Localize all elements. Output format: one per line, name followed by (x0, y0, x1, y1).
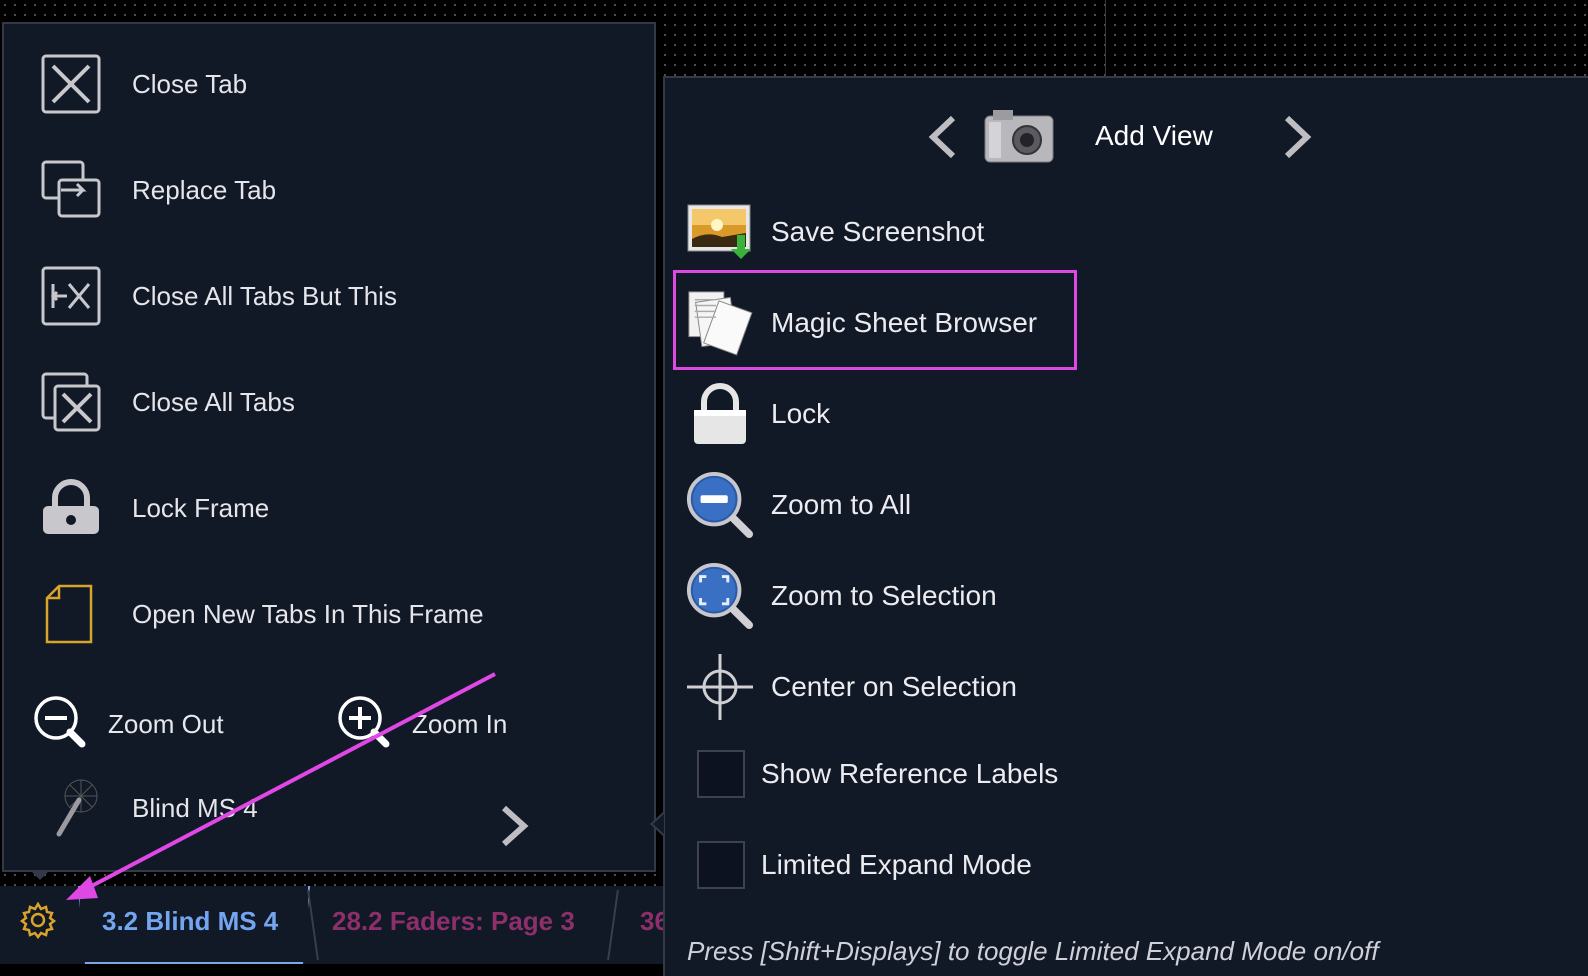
zoom-out-icon (32, 694, 88, 755)
open-new-tabs-item[interactable]: Open New Tabs In This Frame (4, 574, 484, 654)
close-others-item[interactable]: Close All Tabs But This (4, 256, 397, 336)
lock-label: Lock (771, 398, 831, 429)
lock-item[interactable]: Lock (685, 374, 830, 454)
add-view-header: Add View (925, 108, 1345, 168)
save-screenshot-label: Save Screenshot (771, 216, 985, 247)
tab-blind-ms4[interactable]: 3.2 Blind MS 4 (78, 886, 310, 964)
camera-icon (983, 108, 1055, 169)
chevron-right-icon[interactable] (496, 804, 532, 853)
close-tab-icon (36, 49, 106, 119)
zoom-to-all-item[interactable]: Zoom to All (685, 465, 911, 545)
chevron-right-icon[interactable] (1279, 114, 1315, 165)
replace-tab-icon (36, 155, 106, 225)
center-on-selection-label: Center on Selection (771, 671, 1017, 702)
lock-frame-label: Lock Frame (132, 492, 270, 523)
add-view-submenu: Add View Save Screenshot Magic Sheet Bro… (663, 76, 1588, 976)
zoom-to-selection-icon (685, 561, 755, 631)
save-screenshot-item[interactable]: Save Screenshot (685, 192, 984, 272)
zoom-out-button[interactable]: Zoom Out (32, 694, 224, 754)
lock-frame-item[interactable]: Lock Frame (4, 468, 269, 548)
zoom-to-all-label: Zoom to All (771, 489, 912, 520)
show-reference-labels-checkbox[interactable] (697, 750, 745, 798)
limited-expand-mode-label: Limited Expand Mode (761, 849, 1032, 880)
close-tab-label: Close Tab (132, 68, 248, 99)
magic-sheet-browser-item[interactable]: Magic Sheet Browser (685, 283, 1037, 363)
tab-faders-page3[interactable]: 28.2 Faders: Page 3 (332, 906, 575, 937)
zoom-out-label: Zoom Out (108, 708, 224, 739)
chevron-left-icon[interactable] (925, 114, 961, 165)
zoom-to-all-icon (685, 470, 755, 540)
lock-frame-icon (36, 473, 106, 543)
blind-ms4-label: Blind MS 4 (132, 792, 258, 823)
shortcut-hint: Press [Shift+Displays] to toggle Limited… (687, 936, 1379, 966)
show-reference-labels-label: Show Reference Labels (761, 758, 1059, 789)
frame-context-menu: Close Tab Replace Tab Close All Tabs But… (2, 22, 656, 872)
magic-sheet-browser-label: Magic Sheet Browser (771, 307, 1038, 338)
gear-icon[interactable] (18, 900, 58, 945)
zoom-to-selection-label: Zoom to Selection (771, 580, 997, 611)
lock-icon (685, 379, 755, 449)
zoom-row: Zoom Out Zoom In (4, 694, 654, 754)
close-tab-item[interactable]: Close Tab (4, 44, 247, 124)
zoom-to-selection-item[interactable]: Zoom to Selection (685, 556, 997, 636)
zoom-in-button[interactable]: Zoom In (336, 694, 507, 754)
save-screenshot-icon (685, 197, 755, 267)
crosshair-icon (685, 652, 755, 722)
close-others-icon (36, 261, 106, 331)
magic-wand-icon (36, 773, 106, 843)
blind-ms4-submenu[interactable]: Blind MS 4 (4, 768, 258, 848)
close-all-tabs-label: Close All Tabs (132, 386, 295, 417)
frame-divider (1105, 0, 1106, 80)
replace-tab-item[interactable]: Replace Tab (4, 150, 276, 230)
close-all-tabs-icon (36, 367, 106, 437)
new-document-icon (36, 579, 106, 649)
tab-blind-ms4-label: 3.2 Blind MS 4 (102, 906, 279, 936)
close-all-tabs-item[interactable]: Close All Tabs (4, 362, 295, 442)
zoom-in-label: Zoom In (412, 708, 508, 739)
center-on-selection-item[interactable]: Center on Selection (685, 647, 1017, 727)
open-new-tabs-label: Open New Tabs In This Frame (132, 598, 484, 629)
close-others-label: Close All Tabs But This (132, 280, 397, 311)
limited-expand-mode-checkbox[interactable] (697, 841, 745, 889)
menu-pointer (30, 870, 50, 880)
replace-tab-label: Replace Tab (132, 174, 277, 205)
add-view-label: Add View (1095, 120, 1213, 151)
submenu-pointer-inner (653, 814, 664, 834)
pages-icon (685, 288, 755, 358)
zoom-in-icon (336, 694, 392, 755)
